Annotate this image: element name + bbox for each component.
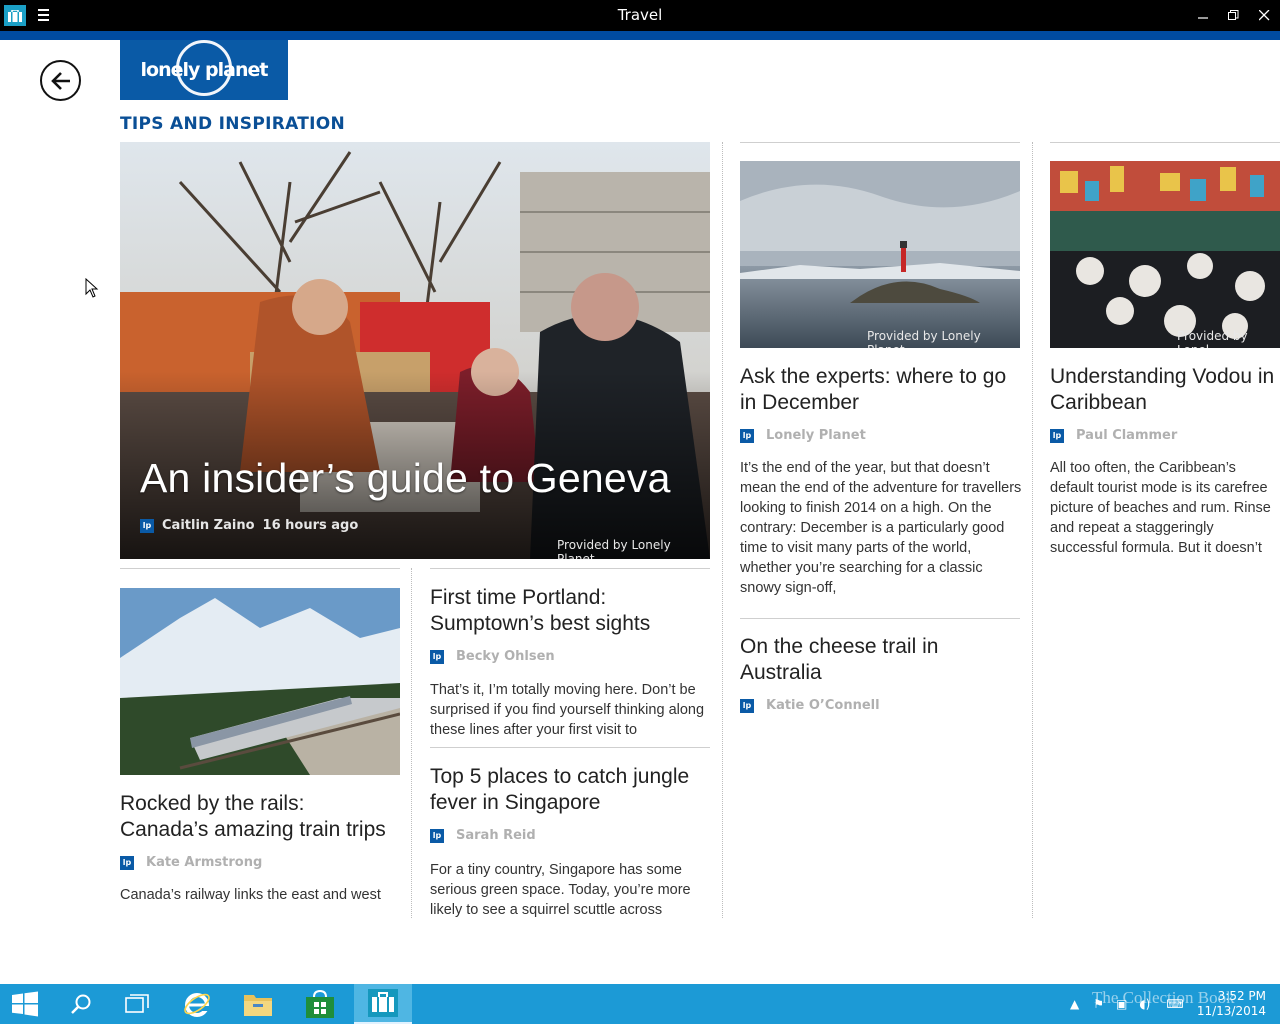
december-provided-text: Provided by Lonely Planet [867, 329, 981, 348]
lonely-planet-badge-icon: lp [430, 649, 444, 664]
minimize-button[interactable] [1188, 0, 1219, 31]
december-snippet: It’s the end of the year, but that doesn… [740, 460, 1022, 596]
store-icon[interactable] [291, 984, 349, 1024]
accent-bar [0, 31, 1280, 40]
hero-author: Caitlin Zaino [162, 518, 255, 533]
lonely-planet-badge-icon: lp [120, 855, 134, 870]
watermark-text: The Collection Book [1092, 988, 1235, 1007]
task-view-icon[interactable] [108, 984, 166, 1024]
column-divider [1032, 142, 1033, 918]
back-arrow-icon [50, 71, 70, 90]
lonely-planet-badge-icon: lp [140, 518, 154, 533]
cheese-author: lp Katie O’Connell [740, 698, 880, 713]
december-photo[interactable]: Provided by Lonely Planet [740, 161, 1020, 348]
vodou-title[interactable]: Understanding Vodou in Caribbean [1050, 364, 1274, 416]
column-divider [722, 142, 723, 918]
mouse-cursor-icon [85, 278, 99, 298]
train-title[interactable]: Rocked by the rails: Canada’s amazing tr… [120, 791, 386, 843]
start-icon[interactable] [0, 984, 50, 1024]
december-title[interactable]: Ask the experts: where to go in December [740, 364, 1006, 416]
hero-time: 16 hours ago [262, 518, 359, 533]
lonely-planet-badge-icon: lp [1050, 428, 1064, 443]
window-title: Travel [617, 6, 663, 24]
travel-app-icon [368, 989, 398, 1017]
singapore-author: lp Sarah Reid [430, 828, 536, 843]
title-bar: Travel [0, 0, 1280, 31]
restore-button[interactable] [1218, 0, 1249, 31]
column-divider [411, 568, 412, 918]
portland-author: lp Becky Ohlsen [430, 649, 555, 664]
december-author: lp Lonely Planet [740, 428, 866, 443]
train-photo[interactable] [120, 588, 400, 775]
taskbar: ▲ ⚑ ▣ ◖) ⌨ 3:52 PM 11/13/2014 [0, 984, 1280, 1024]
vodou-provided-text: Provided by Lonel [1177, 329, 1248, 348]
travel-app-taskbar-button[interactable] [354, 984, 412, 1024]
vodou-author: lp Paul Clammer [1050, 428, 1177, 443]
singapore-snippet: For a tiny country, Singapore has some s… [430, 862, 691, 918]
lonely-planet-logo[interactable]: lonely planet [120, 40, 288, 100]
vodou-photo[interactable]: Provided by Lonel [1050, 161, 1280, 348]
search-icon[interactable] [52, 984, 110, 1024]
internet-explorer-icon[interactable] [168, 984, 226, 1024]
train-author: lp Kate Armstrong [120, 855, 262, 870]
singapore-title[interactable]: Top 5 places to catch jungle fever in Si… [430, 764, 689, 816]
back-button[interactable] [40, 60, 81, 101]
hero-title[interactable]: An insider’s guide to Geneva [140, 455, 671, 502]
portland-title[interactable]: First time Portland: Sumptown’s best sig… [430, 585, 650, 637]
section-title[interactable]: TIPS AND INSPIRATION [120, 114, 345, 134]
logo-text: lonely planet [140, 59, 269, 81]
vodou-snippet: All too often, the Caribbean’s default t… [1050, 460, 1271, 556]
file-explorer-icon[interactable] [229, 984, 287, 1024]
hero-meta: lp Caitlin Zaino 16 hours ago [140, 518, 358, 533]
train-snippet: Canada’s railway links the east and west [120, 887, 381, 903]
portland-snippet: That’s it, I’m totally moving here. Don’… [430, 682, 705, 738]
hero-provided-text: Provided by Lonely Planet [557, 538, 671, 559]
show-hidden-icons-icon[interactable]: ▲ [1070, 997, 1079, 1011]
lonely-planet-badge-icon: lp [740, 698, 754, 713]
lonely-planet-badge-icon: lp [430, 828, 444, 843]
close-button[interactable] [1249, 0, 1280, 31]
cheese-title[interactable]: On the cheese trail in Australia [740, 634, 938, 686]
lonely-planet-badge-icon: lp [740, 428, 754, 443]
